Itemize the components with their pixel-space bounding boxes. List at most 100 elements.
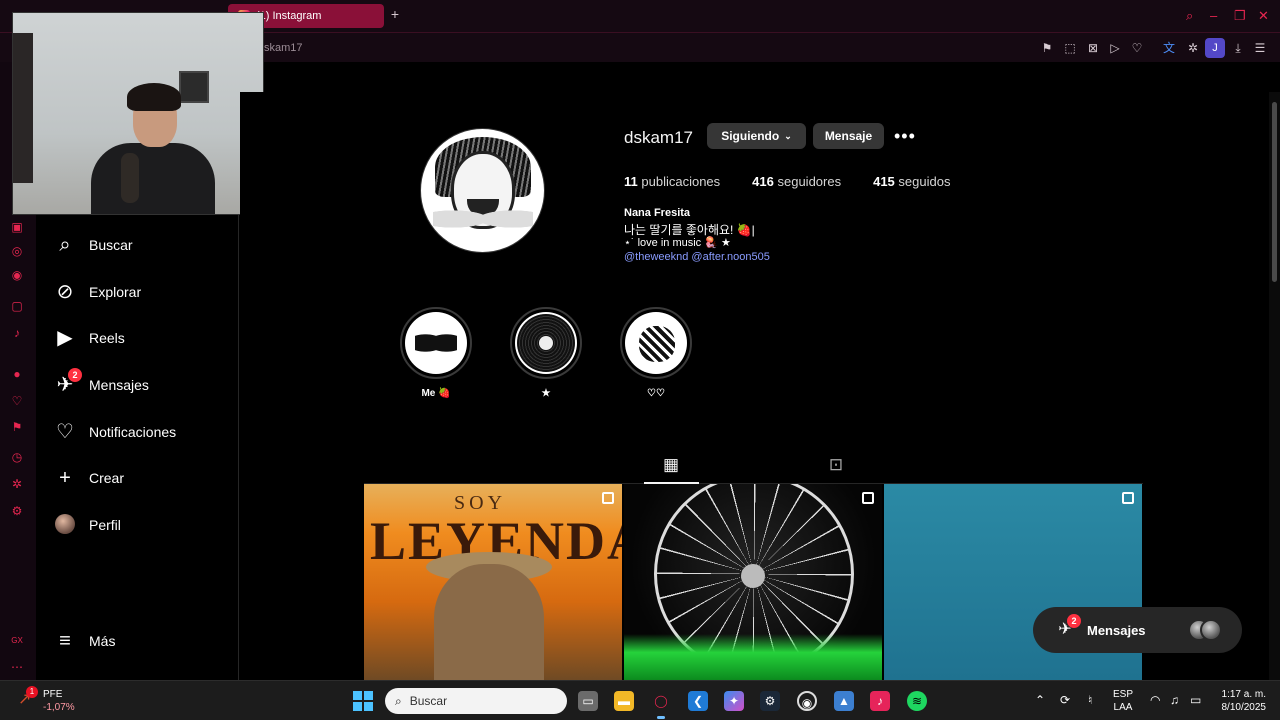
- scrollbar-thumb[interactable]: [1272, 102, 1277, 282]
- profile-bio-line: ⋆˙ love in music 🪼 ★: [624, 237, 731, 249]
- send-icon[interactable]: ▷: [1108, 41, 1122, 55]
- pin-icon[interactable]: ⚑: [10, 420, 24, 434]
- obs-icon[interactable]: ◉: [797, 691, 817, 711]
- story-highlight[interactable]: ♡♡: [620, 307, 692, 399]
- twitch-icon[interactable]: ▣: [10, 220, 24, 234]
- language-indicator[interactable]: ESP LAA: [1113, 688, 1133, 714]
- messages-badge: 2: [68, 368, 82, 382]
- following-button-label: Siguiendo: [721, 129, 780, 143]
- minimize-button[interactable]: –: [1210, 8, 1217, 23]
- highlight-label: ★: [541, 388, 551, 399]
- music-player-icon[interactable]: ●: [10, 367, 24, 381]
- wifi-icon[interactable]: ◠: [1150, 693, 1160, 707]
- microphone-icon[interactable]: ♮: [1088, 693, 1092, 707]
- file-explorer-icon[interactable]: ▬: [614, 691, 634, 711]
- sidebar-item-label: Reels: [89, 330, 125, 346]
- post-thumbnail[interactable]: [624, 484, 882, 680]
- sidebar-item-messages[interactable]: ✈ 2 Mensajes: [54, 368, 224, 399]
- opera-gx-icon[interactable]: ◯: [651, 691, 671, 719]
- steam-icon[interactable]: ⚙: [760, 691, 780, 711]
- message-button[interactable]: Mensaje: [813, 123, 884, 149]
- compass-icon: ⊘: [56, 281, 74, 303]
- more-options-icon[interactable]: •••: [894, 126, 916, 147]
- url-text[interactable]: skam17: [264, 42, 303, 54]
- highlight-image-vinyl: [515, 312, 577, 374]
- download-icon[interactable]: ⤓: [1231, 41, 1245, 55]
- followers-stat[interactable]: 416 seguidores: [752, 174, 841, 189]
- search-tabs-icon[interactable]: ⌕: [1186, 8, 1193, 24]
- profile-bio-links[interactable]: @theweeknd @after.noon505: [624, 251, 770, 263]
- carousel-icon: [602, 492, 614, 504]
- sidebar-item-notifications[interactable]: ♡ Notificaciones: [54, 418, 224, 446]
- webcam-person-body: [91, 143, 215, 214]
- profile-picture[interactable]: [420, 128, 545, 253]
- ferris-wheel-hub: [741, 564, 765, 588]
- gx-logo-icon[interactable]: GX: [10, 634, 24, 648]
- highlight-label: Me 🍓: [421, 388, 451, 399]
- language-code: ESP: [1113, 689, 1134, 700]
- avatar: [55, 514, 75, 534]
- settings-icon[interactable]: ⚙: [10, 504, 24, 518]
- tagged-icon[interactable]: ⊡: [827, 456, 845, 474]
- story-highlight[interactable]: ★: [510, 307, 582, 399]
- photos-icon[interactable]: ▲: [834, 691, 854, 711]
- extensions-icon[interactable]: ✲: [1186, 41, 1200, 55]
- following-button[interactable]: Siguiendo ⌄: [707, 123, 806, 149]
- snapshot-icon[interactable]: ⬚: [1063, 41, 1077, 55]
- messenger-app-icon[interactable]: ◎: [10, 244, 24, 258]
- pfp-hands: [433, 199, 533, 239]
- tiktok-icon[interactable]: ♪: [10, 326, 24, 340]
- sidebar-item-profile[interactable]: Perfil: [54, 511, 224, 539]
- sidebar-item-search[interactable]: ⌕ Buscar: [54, 231, 224, 259]
- messages-floating-button[interactable]: ✈ 2 Mensajes: [1033, 607, 1242, 653]
- whatsapp-icon[interactable]: ◉: [10, 268, 24, 282]
- sidebar-item-more[interactable]: ≡ Más: [54, 627, 224, 655]
- more-dots-icon[interactable]: ⋯: [10, 660, 24, 674]
- grid-icon[interactable]: ▦: [662, 456, 680, 474]
- translate-icon[interactable]: 文: [1162, 41, 1176, 55]
- search-icon: ⌕: [59, 234, 71, 256]
- copilot-icon[interactable]: ✦: [724, 691, 744, 711]
- system-clock[interactable]: 1:17 a. m. 8/10/2025: [1214, 688, 1267, 714]
- messenger-icon: ✈ 2: [1055, 614, 1081, 640]
- sync-icon[interactable]: ⟳: [1060, 693, 1070, 707]
- sidebar-item-create[interactable]: + Crear: [54, 464, 224, 492]
- sidebar-item-reels[interactable]: ▶ Reels: [54, 324, 224, 352]
- task-view-icon[interactable]: ▭: [578, 691, 598, 711]
- posts-label: publicaciones: [641, 174, 721, 189]
- reels-icon: ▶: [57, 327, 73, 349]
- sidebar-item-explore[interactable]: ⊘ Explorar: [54, 278, 224, 306]
- highlight-label: ♡♡: [647, 388, 665, 399]
- volume-icon[interactable]: ♫: [1170, 693, 1179, 707]
- profile-full-name: Nana Fresita: [624, 207, 691, 219]
- vscode-icon[interactable]: ❮: [688, 691, 708, 711]
- spotify-icon[interactable]: ≋: [907, 691, 927, 711]
- story-highlight[interactable]: Me 🍓: [400, 307, 472, 399]
- tiktok-icon[interactable]: ♪: [870, 691, 890, 711]
- taskbar-search[interactable]: ⌕ Buscar: [385, 688, 567, 714]
- webcam-door: [13, 33, 33, 183]
- stock-change: -1,07%: [43, 702, 75, 713]
- close-window-button[interactable]: ✕: [1258, 8, 1269, 24]
- profile-icon[interactable]: J: [1205, 38, 1225, 58]
- battery-icon[interactable]: ▭: [1190, 693, 1201, 707]
- following-stat[interactable]: 415 seguidos: [873, 174, 950, 189]
- favorite-icon[interactable]: ♡: [1130, 41, 1144, 55]
- instagram-app-icon[interactable]: ▢: [10, 299, 24, 313]
- heart-icon: ♡: [56, 421, 74, 443]
- chevron-up-icon[interactable]: ⌃: [1035, 693, 1045, 707]
- hamburger-icon: ≡: [59, 630, 71, 652]
- start-button[interactable]: [353, 691, 373, 711]
- heart-icon[interactable]: ♡: [10, 394, 24, 408]
- page-scrollbar[interactable]: [1269, 92, 1280, 680]
- post-thumbnail[interactable]: SOY LEYENDA: [364, 484, 622, 680]
- history-icon[interactable]: ◷: [10, 450, 24, 464]
- following-label: seguidos: [898, 174, 951, 189]
- adblock-icon[interactable]: ⊠: [1086, 41, 1100, 55]
- menu-icon[interactable]: ☰: [1253, 41, 1267, 55]
- new-tab-button[interactable]: +: [388, 7, 402, 21]
- pin-icon[interactable]: ⚑: [1040, 41, 1054, 55]
- highlight-image-cat: [625, 312, 687, 374]
- extensions-icon[interactable]: ✲: [10, 477, 24, 491]
- maximize-button[interactable]: ❐: [1234, 8, 1246, 24]
